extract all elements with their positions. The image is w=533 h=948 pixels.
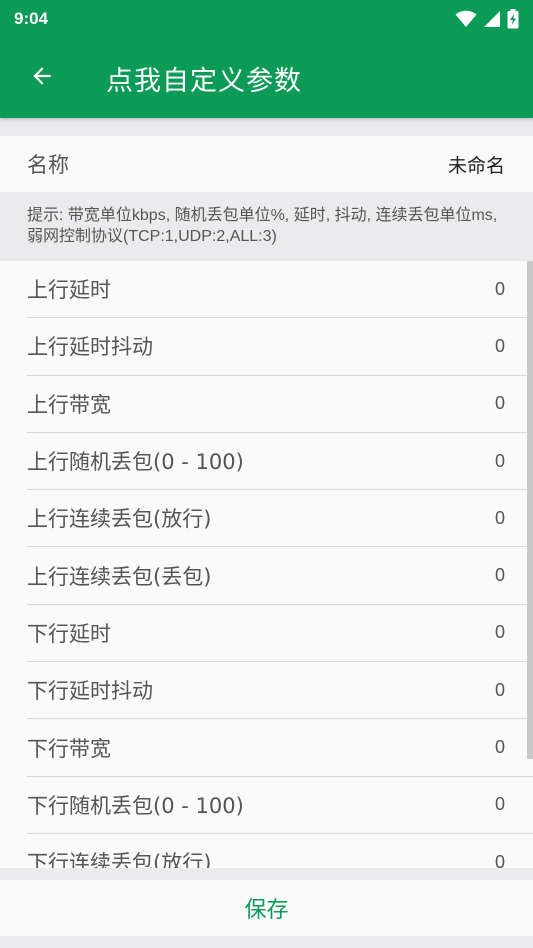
status-icons <box>455 9 519 29</box>
param-label: 下行延时 <box>27 621 111 646</box>
param-label: 下行带宽 <box>27 736 111 761</box>
hint-text: 提示: 带宽单位kbps, 随机丢包单位%, 延时, 抖动, 连续丢包单位ms,… <box>0 192 533 261</box>
param-value: 0 <box>494 622 505 643</box>
param-value: 0 <box>494 450 505 471</box>
name-label: 名称 <box>27 153 69 177</box>
param-list[interactable]: 上行延时 0 上行延时抖动 0 上行带宽 0 上行随机丢包(0 - 100) 0… <box>0 261 533 868</box>
arrow-left-icon <box>29 63 55 93</box>
param-row-up-bandwidth[interactable]: 上行带宽 0 <box>27 376 533 433</box>
param-label: 上行延时 <box>27 278 111 303</box>
param-value: 0 <box>494 565 505 586</box>
param-row-up-burst-pass[interactable]: 上行连续丢包(放行) 0 <box>27 490 533 548</box>
param-value: 0 <box>494 679 505 700</box>
scrollbar[interactable] <box>527 261 533 759</box>
param-row-down-random-loss[interactable]: 下行随机丢包(0 - 100) 0 <box>27 777 533 834</box>
param-row-down-bandwidth[interactable]: 下行带宽 0 <box>27 719 533 777</box>
param-label: 上行延时抖动 <box>27 335 153 360</box>
param-value: 0 <box>494 851 505 868</box>
param-row-up-jitter[interactable]: 上行延时抖动 0 <box>27 318 533 376</box>
param-row-up-random-loss[interactable]: 上行随机丢包(0 - 100) 0 <box>27 433 533 491</box>
param-label: 上行连续丢包(放行) <box>27 507 212 532</box>
param-value: 0 <box>494 737 505 758</box>
param-value: 0 <box>494 335 505 356</box>
param-label: 下行随机丢包(0 - 100) <box>27 793 244 818</box>
wifi-icon <box>455 10 477 28</box>
signal-icon <box>483 10 501 28</box>
param-label: 下行延时抖动 <box>27 679 153 704</box>
param-value: 0 <box>494 393 505 414</box>
param-label: 上行带宽 <box>27 392 111 417</box>
battery-charging-icon <box>507 9 519 29</box>
name-value: 未命名 <box>447 154 505 177</box>
status-bar: 9:04 <box>0 0 533 38</box>
param-row-up-delay[interactable]: 上行延时 0 <box>27 261 533 319</box>
save-button[interactable]: 保存 <box>0 880 533 936</box>
name-row[interactable]: 名称 未命名 <box>0 136 533 192</box>
param-value: 0 <box>494 507 505 528</box>
param-value: 0 <box>494 278 505 299</box>
back-button[interactable] <box>0 38 84 118</box>
save-area: 保存 <box>0 868 533 948</box>
param-row-up-burst-drop[interactable]: 上行连续丢包(丢包) 0 <box>27 547 533 605</box>
param-row-down-burst-pass[interactable]: 下行连续丢包(放行) 0 <box>27 834 533 868</box>
param-row-down-jitter[interactable]: 下行延时抖动 0 <box>27 662 533 720</box>
param-row-down-delay[interactable]: 下行延时 0 <box>27 605 533 663</box>
app-bar: 点我自定义参数 <box>0 38 533 118</box>
param-value: 0 <box>494 794 505 815</box>
status-time: 9:04 <box>14 9 49 28</box>
param-label: 上行随机丢包(0 - 100) <box>27 450 244 475</box>
param-label: 下行连续丢包(放行) <box>27 851 212 868</box>
param-label: 上行连续丢包(丢包) <box>27 564 212 589</box>
page-title: 点我自定义参数 <box>106 65 302 97</box>
